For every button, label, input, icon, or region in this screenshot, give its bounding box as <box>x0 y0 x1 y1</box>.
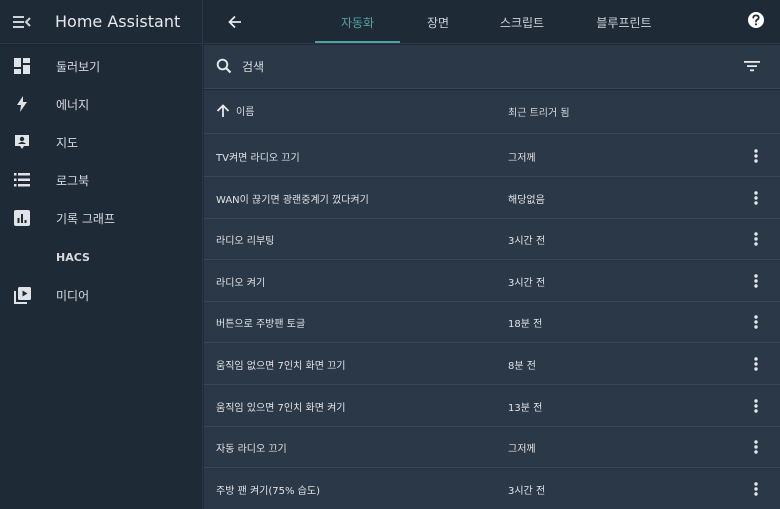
tab-blueprints[interactable]: 블루프린트 <box>581 0 667 44</box>
last-triggered-value: 3시간 전 <box>508 236 546 248</box>
automation-name: 라디오 리부팅 <box>216 236 275 248</box>
filter-button[interactable] <box>744 58 760 77</box>
table-row[interactable]: WAN이 끊기면 광랜중계기 껐다켜기 해당없음 <box>204 177 780 219</box>
sidebar-item-logbook[interactable]: 로그북 <box>0 161 203 199</box>
arrow-left-icon <box>228 15 241 29</box>
last-triggered-value: 해당없음 <box>508 194 545 206</box>
sidebar-item-label: 미디어 <box>56 288 90 303</box>
automation-name: 움직임 없으면 7인치 화면 끄기 <box>216 361 346 372</box>
sidebar-item-overview[interactable]: 둘러보기 <box>0 47 203 85</box>
more-vertical-icon <box>754 149 758 163</box>
table-row[interactable]: 움직임 있으면 7인치 화면 켜기 13분 전 <box>204 385 780 427</box>
last-triggered-value: 3시간 전 <box>508 485 546 497</box>
sidebar-item-media[interactable]: 미디어 <box>0 276 203 314</box>
table-row[interactable]: 주방 팬 켜기(75% 습도) 3시간 전 <box>204 468 780 509</box>
sidebar-item-label: HACS <box>56 250 90 264</box>
automation-name: WAN이 끊기면 광랜중계기 껐다켜기 <box>216 194 369 206</box>
automation-name: TV켜면 라디오 끄기 <box>216 153 300 164</box>
more-vertical-icon <box>754 440 758 454</box>
column-header-name[interactable]: 이름 <box>216 103 254 118</box>
sidebar-item-label: 로그북 <box>56 173 90 188</box>
tab-scripts[interactable]: 스크립트 <box>485 0 559 44</box>
automation-name: 주방 팬 켜기(75% 습도) <box>216 485 320 497</box>
help-circle-icon <box>748 12 764 28</box>
row-overflow-menu-button[interactable] <box>748 146 764 166</box>
row-overflow-menu-button[interactable] <box>748 229 764 249</box>
search-input[interactable] <box>242 56 692 78</box>
last-triggered-value: 18분 전 <box>508 319 543 331</box>
sidebar-item-energy[interactable]: 에너지 <box>0 85 203 123</box>
media-play-icon <box>13 286 31 304</box>
active-tab-indicator <box>315 41 400 43</box>
sidebar-item-label: 지도 <box>56 135 79 150</box>
sidebar-toggle-button[interactable] <box>0 0 44 44</box>
column-header-name-label: 이름 <box>236 107 255 118</box>
more-vertical-icon <box>754 232 758 246</box>
automation-name: 자동 라디오 끄기 <box>216 444 287 456</box>
tab-scenes[interactable]: 장면 <box>412 0 464 44</box>
search-bar <box>204 45 780 89</box>
row-overflow-menu-button[interactable] <box>748 354 764 374</box>
table-row[interactable]: 라디오 켜기 3시간 전 <box>204 260 780 302</box>
sidebar-item-label: 둘러보기 <box>56 59 101 74</box>
row-overflow-menu-button[interactable] <box>748 396 764 416</box>
sidebar-item-map[interactable]: 지도 <box>0 123 203 161</box>
filter-icon <box>744 61 760 72</box>
tab-automations[interactable]: 자동화 <box>315 0 400 44</box>
table-row[interactable]: 자동 라디오 끄기 그저께 <box>204 426 780 469</box>
lightning-icon <box>17 96 27 112</box>
table-row[interactable]: 라디오 리부팅 3시간 전 <box>204 218 780 261</box>
app-title: Home Assistant <box>55 12 181 31</box>
more-vertical-icon <box>754 274 758 288</box>
row-overflow-menu-button[interactable] <box>748 188 764 208</box>
column-header-last-triggered[interactable]: 최근 트리거 됨 <box>508 104 570 119</box>
arrow-up-icon <box>216 103 230 117</box>
back-button[interactable] <box>222 9 248 35</box>
row-overflow-menu-button[interactable] <box>748 437 764 457</box>
table-row[interactable]: 버튼으로 주방팬 토글 18분 전 <box>204 301 780 344</box>
top-app-bar: 자동화 장면 스크립트 블루프린트 <box>204 0 780 44</box>
last-triggered-value: 3시간 전 <box>508 277 546 289</box>
last-triggered-value: 13분 전 <box>508 402 543 414</box>
last-triggered-value: 그저께 <box>508 153 536 164</box>
automation-name: 버튼으로 주방팬 토글 <box>216 319 306 331</box>
sidebar-item-label: 에너지 <box>56 97 90 112</box>
automations-table: 이름 최근 트리거 됨 TV켜면 라디오 끄기 그저께 WAN이 끊기면 광랜중계기… <box>204 90 780 509</box>
row-overflow-menu-button[interactable] <box>748 479 764 499</box>
automation-name: 움직임 있으면 7인치 화면 켜기 <box>216 402 346 414</box>
list-icon <box>14 173 30 187</box>
help-button[interactable] <box>747 11 767 31</box>
more-vertical-icon <box>754 398 758 413</box>
sidebar-item-hacs[interactable]: HACS <box>0 238 203 276</box>
automation-name: 라디오 켜기 <box>216 277 266 289</box>
sidebar-item-label: 기록 그래프 <box>56 211 116 226</box>
table-header: 이름 최근 트리거 됨 <box>204 90 780 134</box>
row-overflow-menu-button[interactable] <box>748 312 764 332</box>
last-triggered-value: 그저께 <box>508 444 536 456</box>
sidebar: Home Assistant 둘러보기 에너지 지도 로그북 기록 그래프 HA… <box>0 0 203 509</box>
sidebar-header: Home Assistant <box>0 0 202 44</box>
table-row[interactable]: 움직임 없으면 7인치 화면 끄기 8분 전 <box>204 343 780 385</box>
search-icon <box>216 58 232 74</box>
sidebar-item-history[interactable]: 기록 그래프 <box>0 199 203 237</box>
last-triggered-value: 8분 전 <box>508 361 536 372</box>
more-vertical-icon <box>754 482 758 496</box>
bar-chart-icon <box>14 210 30 226</box>
more-vertical-icon <box>754 190 758 205</box>
menu-open-icon <box>13 15 31 28</box>
more-vertical-icon <box>754 315 758 330</box>
more-vertical-icon <box>754 357 758 371</box>
map-account-icon <box>15 135 29 149</box>
dashboard-icon <box>14 58 30 74</box>
row-overflow-menu-button[interactable] <box>748 271 764 291</box>
table-row[interactable]: TV켜면 라디오 끄기 그저께 <box>204 135 780 177</box>
